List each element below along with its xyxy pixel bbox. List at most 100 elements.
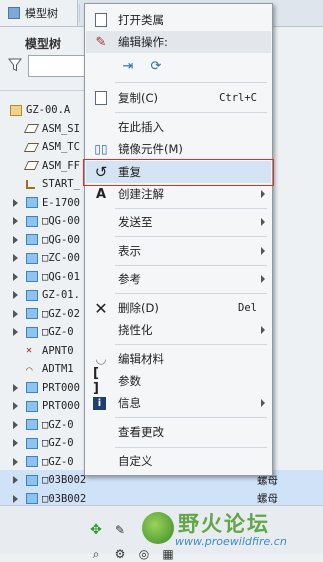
plane-icon <box>23 161 40 170</box>
parameters-icon: [ ] <box>93 366 99 396</box>
tree-title: 模型树 <box>25 37 62 51</box>
tree-row-extra: 螺母 <box>257 493 278 505</box>
layer-icon[interactable]: ▦ <box>160 546 176 562</box>
menu-shortcut: Ctrl+C <box>219 92 257 104</box>
menu-item-show[interactable]: 表示 <box>86 240 271 262</box>
model-tree-icon <box>8 7 20 19</box>
tree-row-label: □03B002 <box>42 474 87 486</box>
tree-row-label: ADTM1 <box>42 363 74 375</box>
menu-item-flexible[interactable]: 挠性化 <box>86 319 271 341</box>
part-icon <box>26 474 38 486</box>
menu-label: 查看更改 <box>118 425 164 439</box>
copy-icon <box>93 90 109 106</box>
menu-item-open-category[interactable]: 打开类属 <box>86 9 271 31</box>
part-icon <box>26 493 38 504</box>
menu-label: 镜像元件(M) <box>118 142 183 156</box>
tree-row-label: □GZ-02 <box>42 307 80 320</box>
tree-row-label: START_ <box>42 178 80 190</box>
info-icon: i <box>93 396 106 410</box>
tree-row-label: PRT000 <box>42 381 80 394</box>
view-icon[interactable]: ◎ <box>136 546 152 562</box>
expand-arrow-icon[interactable] <box>13 254 18 262</box>
menu-label: 参数 <box>118 374 141 388</box>
material-icon: ◡ <box>95 351 107 367</box>
menu-label: 创建注解 <box>118 187 164 201</box>
menu-separator <box>115 293 267 294</box>
watermark-logo-icon <box>142 512 174 544</box>
part-icon <box>26 197 38 208</box>
tree-row-label: GZ-01. <box>42 289 80 301</box>
tree-row-label: □QG-00 <box>42 215 80 227</box>
menu-label: 信息 <box>118 396 141 410</box>
curve-icon: ⌒ <box>26 362 33 376</box>
submenu-arrow-icon <box>261 275 265 283</box>
part-icon <box>26 234 38 245</box>
menu-item-customize[interactable]: 自定义 <box>86 450 271 472</box>
menu-item-parameters[interactable]: [ ] 参数 <box>86 366 271 396</box>
tool-icon[interactable]: ⚙ <box>112 546 128 562</box>
menu-item-edit-material[interactable]: ◡ 编辑材料 <box>86 348 271 370</box>
menu-item-delete[interactable]: ✕ 删除(D) Del <box>86 297 271 319</box>
menu-separator <box>115 208 267 209</box>
tree-row-label: □GZ-0 <box>42 418 74 431</box>
search-tool-icon[interactable]: ⌕ <box>88 546 104 562</box>
expand-arrow-icon[interactable] <box>13 309 18 318</box>
csys-icon <box>26 179 35 189</box>
tree-row-label: E-1700 <box>42 196 80 209</box>
expand-arrow-icon[interactable] <box>13 291 18 299</box>
divider <box>0 90 90 91</box>
part-icon <box>26 326 38 338</box>
expand-arrow-icon[interactable] <box>13 420 18 429</box>
menu-item-view-changes[interactable]: 查看更改 <box>86 421 271 443</box>
expand-arrow-icon[interactable] <box>13 457 18 466</box>
annotation-highlight-box <box>83 159 274 186</box>
menu-label: 删除(D) <box>118 301 159 315</box>
part-icon <box>26 437 38 449</box>
open-category-icon <box>93 12 109 28</box>
tree-search-input[interactable] <box>28 55 88 77</box>
x-icon: ✕ <box>26 345 33 356</box>
part-icon <box>26 289 38 301</box>
part-icon <box>26 382 38 393</box>
plane-icon <box>23 142 40 152</box>
menu-separator <box>115 447 267 448</box>
expand-arrow-icon[interactable] <box>13 494 18 503</box>
menu-item-mirror[interactable]: ▯▯ 镜像元件(M) <box>86 138 271 160</box>
part-icon <box>26 419 38 430</box>
expand-arrow-icon[interactable] <box>13 402 18 410</box>
expand-arrow-icon[interactable] <box>13 235 18 244</box>
menu-item-create-note[interactable]: A 创建注解 <box>86 183 271 205</box>
menu-shortcut: Del <box>238 302 257 314</box>
tree-row-label: ASM_SI <box>42 122 80 135</box>
note-icon: A <box>95 186 107 202</box>
delete-icon: ✕ <box>94 298 108 318</box>
edit-icon[interactable]: ✎ <box>112 522 128 538</box>
expand-arrow-icon[interactable] <box>13 383 18 392</box>
menu-label: 自定义 <box>118 454 153 468</box>
tree-row-label: APNT0 <box>42 344 74 357</box>
part-icon <box>26 215 38 227</box>
menu-item-reference[interactable]: 参考 <box>86 268 271 290</box>
menu-item-insert-here[interactable]: 在此插入 <box>86 116 271 138</box>
tab-model-tree[interactable]: 模型树 <box>0 0 78 26</box>
expand-arrow-icon[interactable] <box>13 198 18 207</box>
menu-label: 编辑操作: <box>118 35 168 49</box>
expand-arrow-icon[interactable] <box>13 476 18 484</box>
tree-row-label: GZ-00.A <box>26 104 71 116</box>
replace-component-icon[interactable]: ⟳ <box>148 58 164 74</box>
menu-item-copy[interactable]: 复制(C) Ctrl+C <box>86 87 271 109</box>
mirror-icon: ▯▯ <box>94 142 108 156</box>
expand-arrow-icon[interactable] <box>13 328 18 336</box>
expand-arrow-icon[interactable] <box>13 272 18 281</box>
tab-model-tree-label: 模型树 <box>25 7 58 20</box>
menu-item-info[interactable]: i 信息 <box>86 392 271 414</box>
menu-item-send-to[interactable]: 发送至 <box>86 211 271 233</box>
filter-icon[interactable] <box>8 58 22 72</box>
expand-arrow-icon[interactable] <box>13 439 18 447</box>
expand-arrow-icon[interactable] <box>13 217 18 225</box>
select-icon[interactable]: ✥ <box>88 522 104 538</box>
move-component-icon[interactable]: ⇥ <box>120 58 136 74</box>
menu-label: 打开类属 <box>118 13 164 27</box>
tree-row-label: □ZC-00 <box>42 252 80 264</box>
menu-label: 编辑材料 <box>118 352 164 366</box>
